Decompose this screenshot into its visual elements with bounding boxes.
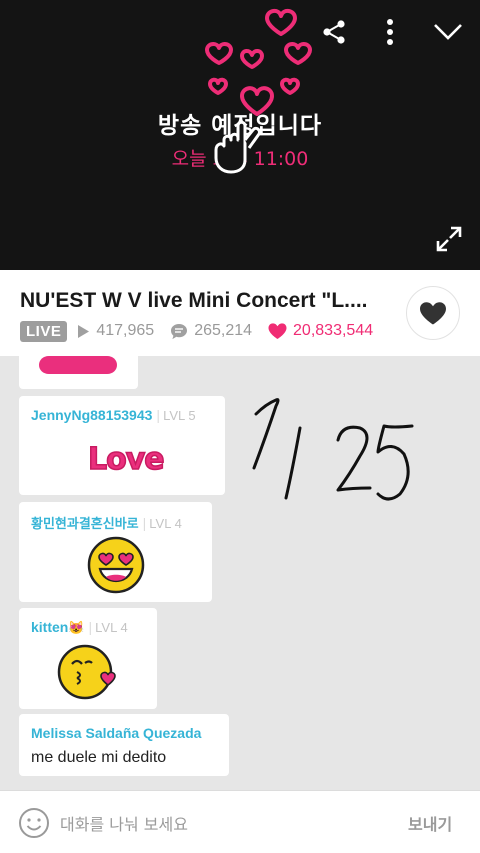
- video-player[interactable]: 방송 예정입니다 오늘 오후 11:00: [0, 0, 480, 270]
- more-options-button[interactable]: [372, 14, 408, 50]
- kissing-emoji: [57, 644, 116, 700]
- send-button[interactable]: 보내기: [408, 811, 452, 835]
- comment-count-value: 265,214: [194, 322, 253, 339]
- live-badge: LIVE: [20, 320, 68, 342]
- cat-heart-eyes-icon: 😻: [68, 620, 85, 635]
- username-text: Melissa Saldaña Quezada: [31, 725, 202, 741]
- username-text: kitten: [31, 619, 69, 635]
- smiley-face-icon[interactable]: [18, 807, 50, 839]
- video-info-header: NU'EST W V live Mini Concert "L.... LIVE…: [0, 270, 480, 356]
- chat-list[interactable]: JennyNg88153943 | LVL 5 Love 황민현과결혼신바로 | LVL…: [0, 356, 480, 790]
- chat-message: kitten😻 | LVL 4: [19, 608, 157, 709]
- like-button[interactable]: [406, 286, 460, 340]
- comment-icon: [171, 323, 188, 339]
- love-sticker: Love: [87, 441, 165, 478]
- chat-message: [19, 356, 138, 389]
- chat-username[interactable]: kitten😻 | LVL 4: [31, 619, 128, 636]
- like-count-value: 20,833,544: [293, 322, 374, 339]
- chat-input-bar: 대화를 나눠 보세요 보내기: [0, 790, 480, 853]
- username-text: 황민현과결혼신바로: [31, 517, 139, 532]
- chevron-down-icon: [434, 24, 462, 40]
- handwritten-note-7-25: [252, 398, 414, 501]
- expand-icon: [436, 226, 462, 252]
- play-count: 417,965: [77, 322, 154, 340]
- user-level: LVL 5: [163, 408, 196, 423]
- share-button[interactable]: [316, 14, 352, 50]
- chat-username[interactable]: JennyNg88153943 | LVL 5: [31, 407, 196, 423]
- collapse-button[interactable]: [430, 14, 466, 50]
- user-level: LVL 4: [95, 620, 128, 635]
- heart-eyes-emoji: [87, 536, 145, 594]
- play-count-value: 417,965: [96, 322, 155, 339]
- chat-message: Melissa Saldaña Quezada me duele mi dedi…: [19, 714, 229, 776]
- chat-username[interactable]: Melissa Saldaña Quezada: [31, 725, 201, 741]
- chat-message: JennyNg88153943 | LVL 5 Love: [19, 396, 225, 495]
- chat-input[interactable]: 대화를 나눠 보세요: [60, 811, 188, 835]
- heart-icon: [420, 301, 446, 324]
- comment-count: 265,214: [170, 322, 252, 340]
- username-text: JennyNg88153943: [31, 407, 153, 423]
- heart-icon: [268, 322, 287, 339]
- more-vertical-icon: [387, 19, 393, 45]
- video-stats: LIVE 417,965 265,214 20,833,544: [20, 320, 373, 342]
- chat-username[interactable]: 황민현과결혼신바로 | LVL 4: [31, 513, 182, 532]
- chat-message: 황민현과결혼신바로 | LVL 4: [19, 502, 212, 602]
- love-sticker: [39, 356, 117, 374]
- share-icon: [323, 20, 345, 44]
- play-icon: [78, 324, 90, 338]
- video-title[interactable]: NU'EST W V live Mini Concert "L....: [20, 289, 410, 313]
- like-count: 20,833,544: [268, 322, 373, 340]
- love-sticker-text: Love: [87, 441, 165, 478]
- user-level: LVL 4: [149, 516, 182, 531]
- fullscreen-button[interactable]: [430, 220, 468, 258]
- finger-heart-icon: [214, 120, 261, 174]
- chat-message-text: me duele mi dedito: [31, 749, 167, 766]
